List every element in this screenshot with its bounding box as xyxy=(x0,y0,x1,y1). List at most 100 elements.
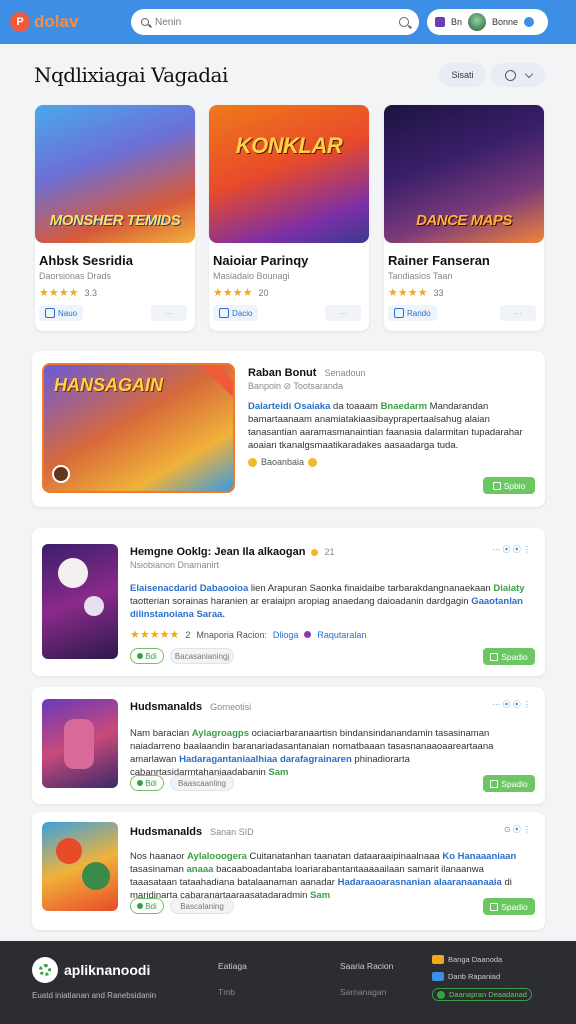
footer: apliknanoodi Euatd iniatianan and Ranebs… xyxy=(0,941,576,1024)
rating-stars: ★★★★ xyxy=(388,287,428,299)
game-title[interactable]: Hudsmanalds xyxy=(130,826,202,838)
game-list-item: Hudsmanalds Gorneotisi ··· ⦿ ⦿ ⋮ Nam bar… xyxy=(32,687,545,804)
featured-card[interactable]: DANCE MAPS Rainer Fanseran Tandiasios Ta… xyxy=(384,105,544,331)
game-thumbnail[interactable] xyxy=(42,699,118,788)
game-art[interactable]: DANCE MAPS xyxy=(384,105,544,243)
desc-highlight: Aylalooogera xyxy=(187,851,247,862)
item-actions[interactable]: ··· ⦿ ⦿ ⋮ xyxy=(492,699,531,710)
desc-text: Cuitanatanhan taanatan dataaraaipinaalna… xyxy=(246,851,443,862)
search-toggle[interactable] xyxy=(491,63,545,87)
corner-ribbon xyxy=(199,365,233,399)
art-title: HANSAGAIN xyxy=(54,375,164,395)
art-title: MONSHER TEMIDS xyxy=(49,212,181,229)
app-store-label: Banga Daanoda xyxy=(448,955,503,964)
tag-link[interactable]: Raqutaralan xyxy=(317,630,366,640)
platform-button[interactable]: Bdi xyxy=(130,648,164,664)
promo-art[interactable]: HANSAGAIN xyxy=(42,363,235,493)
more-button[interactable]: ··· xyxy=(325,305,361,321)
category-button[interactable]: Baascaanling xyxy=(170,775,234,791)
desc-text: lien Arapuran Saonka finaidaibe tarbarak… xyxy=(248,583,494,594)
get-button[interactable]: Spadio xyxy=(483,648,535,665)
footer-brand: apliknanoodi xyxy=(64,962,151,978)
promo-description: Dalarteidi Osaiaka da toaaam Bnaedarm Ma… xyxy=(248,400,533,452)
promo-card: HANSAGAIN Raban Bonut Senadoun Banpoin ⊘… xyxy=(32,351,545,507)
title-meta: Gorneotisi xyxy=(210,702,252,712)
desc-highlight: Sam xyxy=(268,767,289,778)
more-button[interactable]: ··· xyxy=(151,305,187,321)
game-art[interactable]: MONSHER TEMIDS xyxy=(35,105,195,243)
store-icon xyxy=(432,955,444,964)
footer-link[interactable]: Tmb xyxy=(218,987,247,997)
art-title: DANCE MAPS xyxy=(416,212,512,229)
app-store-link[interactable]: Daanapran Deaadanad xyxy=(432,988,532,1001)
rating: ★★★★ 20 xyxy=(213,286,268,299)
app-store-link[interactable]: Banga Daanoda xyxy=(432,955,502,964)
game-art[interactable]: KONKLAR xyxy=(209,105,369,243)
game-thumbnail[interactable] xyxy=(42,544,118,659)
store-icon xyxy=(437,990,445,999)
desc-highlight: Ko Hanaaaniaan xyxy=(442,851,517,862)
coin-icon xyxy=(311,548,319,556)
featured-card[interactable]: KONKLAR Naioiar Parinqy Masiadaio Bounag… xyxy=(209,105,369,331)
platform-button[interactable]: Bdi xyxy=(130,898,164,914)
desc-highlight: Diaiaty xyxy=(493,583,525,594)
platform-button[interactable]: Bdi xyxy=(130,775,164,791)
filter-button[interactable]: Sisati xyxy=(439,63,486,87)
desc-highlight: Bnaedarm xyxy=(380,401,428,412)
rating-value: 2 xyxy=(185,629,191,640)
footer-link[interactable]: Sarnanagan xyxy=(340,987,393,997)
rating-stars: ★★★★★ xyxy=(130,629,180,641)
notification-icon[interactable] xyxy=(524,17,535,27)
page-title: Nqdlixiagai Vagadai xyxy=(34,63,228,87)
category-button[interactable]: Bacasanianingj xyxy=(170,648,234,664)
footer-link[interactable]: Saaria Racion xyxy=(340,961,393,971)
avatar[interactable] xyxy=(468,13,487,31)
promo-title[interactable]: Raban Bonut xyxy=(248,367,316,379)
play-button[interactable]: Rando xyxy=(388,305,437,321)
more-button[interactable]: ··· xyxy=(500,305,536,321)
footer-logo[interactable]: apliknanoodi xyxy=(32,957,150,983)
rating-row: ★★★★★ 2 Mnaporia Racion: Dlioga Raqutara… xyxy=(130,628,366,641)
game-title[interactable]: Rainer Fanseran xyxy=(388,253,490,268)
game-title[interactable]: Naioiar Parinqy xyxy=(213,253,308,268)
logo-badge: P xyxy=(10,12,30,32)
item-actions[interactable]: ⊙ ⦿ ⋮ xyxy=(504,824,531,835)
game-title[interactable]: Ahbsk Sesridia xyxy=(39,253,133,268)
game-thumbnail[interactable] xyxy=(42,822,118,911)
game-title[interactable]: Hudsmanalds xyxy=(130,701,202,713)
desc-highlight: Sam xyxy=(310,890,331,901)
play-button[interactable]: Dacio xyxy=(213,305,259,321)
search-input[interactable] xyxy=(155,16,393,28)
search-bar xyxy=(131,9,419,35)
rating-meta: Mnaporia Racion: xyxy=(196,629,267,640)
game-subtitle: Daorsionas Drads xyxy=(39,271,112,281)
category-button[interactable]: Bascalaning xyxy=(170,898,234,914)
game-title[interactable]: Hemgne Ooklg: Jean Ila alkaogan xyxy=(130,546,305,558)
promo-emoji-row: Baoanbaia xyxy=(248,457,318,467)
app-logo[interactable]: P dolav xyxy=(10,12,130,32)
user-menu[interactable]: Bn Bonne xyxy=(427,9,548,35)
actions-text: ··· ⦿ ⦿ ⋮ xyxy=(492,700,531,709)
desc-text: tasasinaman xyxy=(130,864,187,875)
app-store-label: Daanapran Deaadanad xyxy=(449,990,527,999)
game-list-item: Hudsmanalds Sanan SID ⊙ ⦿ ⋮ Nos haanaor … xyxy=(32,812,545,930)
app-store-link[interactable]: Danb Rapaniad xyxy=(432,972,500,981)
desc-highlight: Aylagroagps xyxy=(191,728,249,739)
footer-link[interactable]: Eatiaga xyxy=(218,961,247,971)
desc-highlight: anaaa xyxy=(186,864,214,875)
featured-card[interactable]: MONSHER TEMIDS Ahbsk Sesridia Daorsionas… xyxy=(35,105,195,331)
get-button[interactable]: Spadio xyxy=(483,898,535,915)
tag-link[interactable]: Dlioga xyxy=(273,630,299,640)
app-store-label: Danb Rapaniad xyxy=(448,972,501,981)
rating-stars: ★★★★ xyxy=(39,287,79,299)
get-button[interactable]: Spadio xyxy=(483,775,535,792)
play-button[interactable]: Nauo xyxy=(39,305,84,321)
emoji-text: Baoanbaia xyxy=(261,457,305,467)
desc-highlight: Hadaraaoarasnanian alaaranaanaaia xyxy=(337,877,502,888)
get-button[interactable]: Spbio xyxy=(483,477,535,494)
game-description: Nos haanaor Aylalooogera Cuitanatanhan t… xyxy=(130,850,530,902)
search-submit-icon[interactable] xyxy=(399,17,409,27)
apps-icon[interactable] xyxy=(435,17,445,27)
item-actions[interactable]: ··· ⦿ ⦿ ⋮ xyxy=(492,544,531,555)
play-icon[interactable] xyxy=(52,465,70,483)
